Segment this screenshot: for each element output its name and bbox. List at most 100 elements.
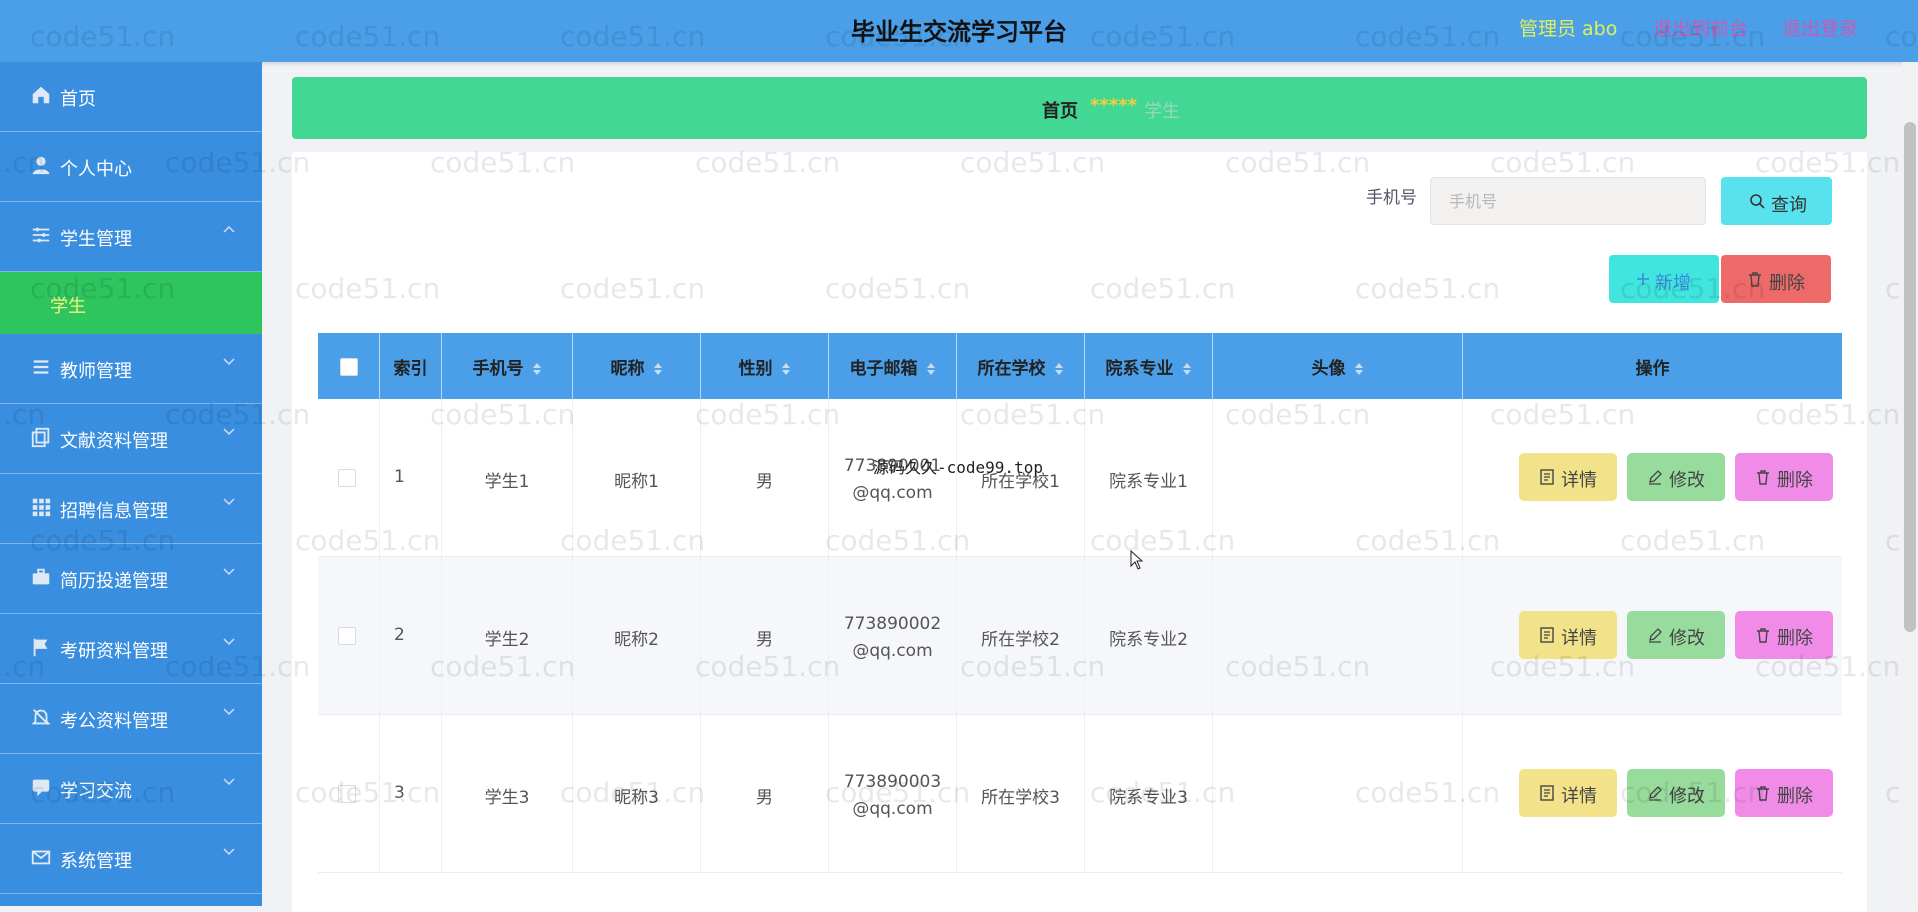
mouse-cursor-icon [1130, 550, 1144, 570]
sort-icon[interactable] [926, 362, 936, 376]
col-select [318, 333, 380, 399]
sliders-icon [32, 227, 50, 243]
scrollbar-thumb[interactable] [1904, 122, 1916, 632]
cell-email: 773890002 @qq.com [829, 557, 957, 715]
col-header-label: 昵称 [610, 359, 645, 379]
logout-link[interactable]: 退出登录 [1782, 14, 1858, 41]
delete-button[interactable]: 删除 [1735, 453, 1833, 501]
sidebar-item-civil-service-management[interactable]: 考公资料管理 [0, 684, 262, 754]
edit-button[interactable]: 修改 [1627, 611, 1725, 659]
detail-button[interactable]: 详情 [1519, 453, 1617, 501]
col-header-label: 操作 [1635, 359, 1670, 379]
row-checkbox[interactable] [338, 469, 356, 487]
sort-icon[interactable] [532, 362, 542, 376]
cell-gender: 男 [701, 557, 829, 715]
chevron-down-icon [223, 708, 235, 716]
query-button[interactable]: 查询 [1721, 177, 1832, 225]
breadcrumb-home[interactable]: 首页 [1042, 97, 1078, 123]
cell-phone: 学生3 [442, 715, 573, 873]
sidebar-item-label: 系统管理 [60, 851, 132, 872]
col-header-label: 性别 [738, 359, 773, 379]
list-icon [33, 360, 49, 374]
sidebar-item-study-exchange[interactable]: 学习交流 [0, 754, 262, 824]
flag-icon [33, 638, 48, 657]
sort-icon[interactable] [653, 362, 663, 376]
col-nickname[interactable]: 昵称 [573, 333, 701, 399]
breadcrumb-current: 学生 [1144, 101, 1180, 122]
user-icon [32, 156, 50, 175]
delete-button-label: 删除 [1769, 273, 1805, 294]
trash-icon [1757, 470, 1769, 485]
back-to-frontend-link[interactable]: 退出到前台 [1653, 14, 1748, 41]
sidebar-item-label: 简历投递管理 [60, 571, 168, 592]
edit-icon [1649, 786, 1662, 801]
add-button[interactable]: 新增 [1609, 255, 1719, 303]
col-gender[interactable]: 性别 [701, 333, 829, 399]
edit-button[interactable]: 修改 [1627, 453, 1725, 501]
sidebar-item-student-management[interactable]: 学生管理 [0, 202, 262, 272]
sort-icon[interactable] [1054, 362, 1064, 376]
sidebar-item-label: 考研资料管理 [60, 641, 168, 662]
cell-major: 院系专业3 [1085, 715, 1213, 873]
sidebar-item-label: 文献资料管理 [60, 431, 168, 452]
sidebar-item-postgrad-management[interactable]: 考研资料管理 [0, 614, 262, 684]
add-button-label: 新增 [1655, 273, 1691, 294]
edit-icon [1649, 470, 1662, 485]
sidebar-subitem-student[interactable]: 学生 [0, 272, 262, 334]
chevron-down-icon [223, 358, 235, 366]
sidebar-item-system-management[interactable]: 系统管理 [0, 824, 262, 894]
detail-button[interactable]: 详情 [1519, 769, 1617, 817]
sort-icon[interactable] [1182, 362, 1192, 376]
cell-school: 所在学校3 [957, 715, 1085, 873]
sidebar-item-profile[interactable]: 个人中心 [0, 132, 262, 202]
col-avatar[interactable]: 头像 [1213, 333, 1463, 399]
sidebar-item-label: 考公资料管理 [60, 711, 168, 732]
sidebar-subitem-label: 学生 [50, 296, 86, 317]
search-label: 手机号 [1366, 188, 1417, 208]
chevron-down-icon [223, 498, 235, 506]
cell-avatar [1213, 715, 1463, 873]
grid-icon [32, 498, 51, 517]
cell-gender: 男 [701, 399, 829, 557]
row-checkbox[interactable] [338, 627, 356, 645]
phone-search-input[interactable] [1430, 177, 1706, 225]
col-email[interactable]: 电子邮箱 [829, 333, 957, 399]
col-school[interactable]: 所在学校 [957, 333, 1085, 399]
trash-icon [1757, 786, 1769, 801]
cell-avatar [1213, 557, 1463, 715]
col-phone[interactable]: 手机号 [442, 333, 573, 399]
breadcrumb-separator: ***** [1090, 95, 1138, 116]
cell-school: 所在学校1 [957, 399, 1085, 557]
row-checkbox[interactable] [338, 785, 356, 803]
select-all-checkbox[interactable] [340, 358, 358, 376]
sort-icon[interactable] [1354, 362, 1364, 376]
sidebar-item-home[interactable]: 首页 [0, 62, 262, 132]
chevron-down-icon [223, 848, 235, 856]
cell-avatar [1213, 399, 1463, 557]
col-header-label: 索引 [393, 359, 428, 379]
sidebar-item-label: 学习交流 [60, 781, 132, 802]
sidebar-item-literature-management[interactable]: 文献资料管理 [0, 404, 262, 474]
page-scrollbar[interactable] [1902, 62, 1918, 906]
document-icon [1540, 627, 1554, 643]
sidebar-item-label: 首页 [60, 89, 96, 110]
delete-button[interactable]: 删除 [1735, 769, 1833, 817]
col-major[interactable]: 院系专业 [1085, 333, 1213, 399]
detail-button[interactable]: 详情 [1519, 611, 1617, 659]
trash-icon [1749, 272, 1761, 287]
cell-index: 2 [380, 557, 442, 715]
cell-gender: 男 [701, 715, 829, 873]
copy-icon [31, 427, 50, 448]
sidebar-item-resume-management[interactable]: 简历投递管理 [0, 544, 262, 614]
sidebar-item-recruitment-management[interactable]: 招聘信息管理 [0, 474, 262, 544]
col-actions: 操作 [1463, 333, 1842, 399]
chevron-down-icon [223, 638, 235, 646]
delete-button[interactable]: 删除 [1735, 611, 1833, 659]
overlay-watermark-text: 源码久久-code99.top [873, 458, 1043, 477]
cell-index: 3 [380, 715, 442, 873]
edit-button[interactable]: 修改 [1627, 769, 1725, 817]
sidebar-item-teacher-management[interactable]: 教师管理 [0, 334, 262, 404]
batch-delete-button[interactable]: 删除 [1721, 255, 1831, 303]
sort-icon[interactable] [781, 362, 791, 376]
cell-nickname: 昵称2 [573, 557, 701, 715]
